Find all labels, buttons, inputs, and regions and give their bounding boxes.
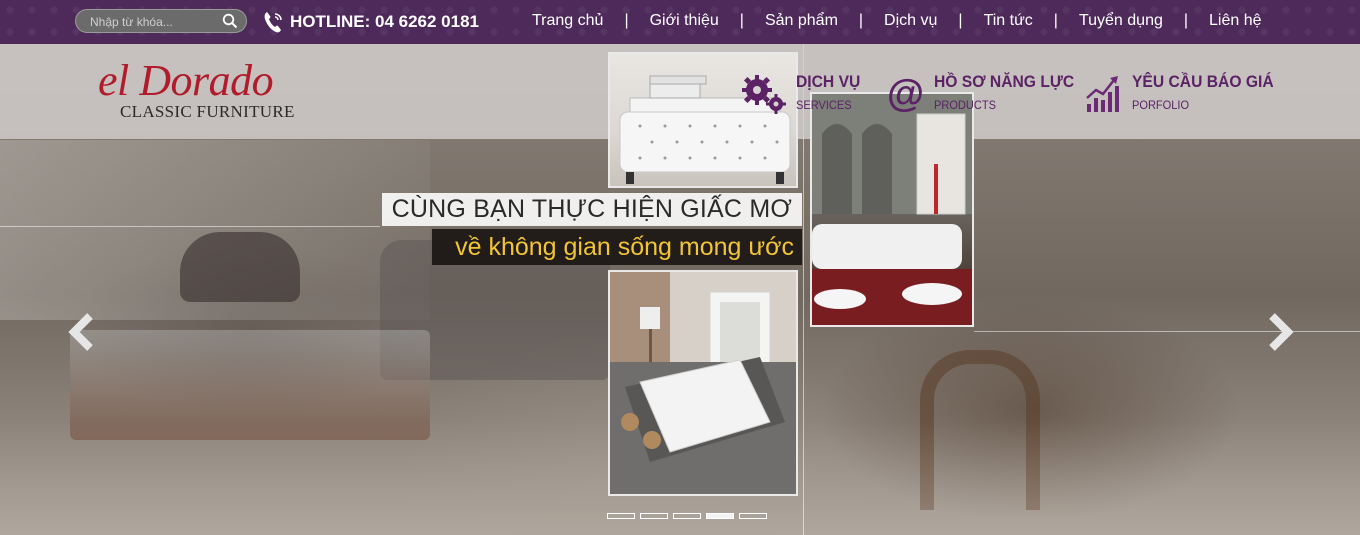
divider-horizontal-left (0, 226, 380, 227)
hotline: HOTLINE: 04 6262 0181 (262, 9, 479, 35)
service-subtitle: PORFOLIO (1132, 98, 1190, 112)
white-sofa-illustration (610, 272, 796, 494)
nav-item-about[interactable]: Giới thiệu (650, 12, 719, 30)
site-logo[interactable]: el Dorado CLASSIC FURNITURE (98, 58, 318, 128)
nav-item-contact[interactable]: Liên hệ (1209, 12, 1262, 30)
search-input[interactable] (88, 12, 217, 32)
logo-sub-text: CLASSIC FURNITURE (120, 102, 295, 121)
service-title: YÊU CẦU BÁO GIÁ (1132, 72, 1274, 91)
slider-dot[interactable] (640, 513, 668, 519)
nav-item-services[interactable]: Dịch vụ (884, 12, 937, 30)
slide-photo-living-room (810, 92, 974, 327)
logo-main-text: el Dorado (98, 56, 274, 105)
chart-icon (1086, 76, 1119, 112)
background-chair (180, 232, 300, 302)
living-room-illustration (812, 94, 972, 325)
slide-tagline-secondary: về không gian sống mong ước (432, 229, 802, 265)
phone-icon (264, 12, 282, 33)
slider-prev-arrow[interactable] (62, 312, 102, 352)
nav-separator: | (1183, 12, 1189, 29)
nav-separator: | (739, 12, 744, 29)
service-link-quote[interactable]: YÊU CẦU BÁO GIÁ PORFOLIO (1084, 72, 1286, 114)
main-nav: Trang chủ | Giới thiệu | Sản phẩm | Dịch… (532, 12, 1262, 30)
slide-tagline-primary: CÙNG BẠN THỰC HIỆN GIẤC MƠ (382, 193, 802, 226)
gears-icon (742, 75, 786, 114)
nav-separator: | (858, 12, 864, 29)
search-icon[interactable] (222, 13, 238, 29)
nav-separator: | (958, 12, 963, 29)
service-link-services[interactable]: DỊCH VỤ SERVICES (740, 72, 866, 114)
service-title: DỊCH VỤ (796, 72, 861, 91)
nav-item-news[interactable]: Tin tức (984, 12, 1033, 30)
service-subtitle: SERVICES (796, 98, 852, 112)
service-subtitle: PRODUCTS (934, 98, 996, 112)
top-bar: HOTLINE: 04 6262 0181 Trang chủ | Giới t… (0, 0, 1360, 44)
at-icon: @ (887, 73, 924, 114)
slider-dot[interactable] (673, 513, 701, 519)
slide-photo-white-sofa (608, 270, 798, 496)
nav-item-home[interactable]: Trang chủ (532, 12, 603, 30)
svg-text:@: @ (887, 73, 924, 114)
search-box (75, 9, 247, 33)
slider-dot[interactable] (739, 513, 767, 519)
divider-horizontal-right (974, 331, 1360, 332)
slider-next-arrow[interactable] (1262, 312, 1302, 352)
nav-separator: | (624, 12, 629, 29)
nav-item-careers[interactable]: Tuyển dụng (1079, 12, 1163, 30)
slider-pagination (607, 513, 767, 519)
service-link-profile[interactable]: @ HỒ SƠ NĂNG LỰC PRODUCTS (886, 72, 1086, 114)
nav-item-products[interactable]: Sản phẩm (765, 12, 838, 30)
slider-dot[interactable] (607, 513, 635, 519)
hotline-text: HOTLINE: 04 6262 0181 (290, 12, 479, 31)
nav-separator: | (1053, 12, 1058, 29)
slider-dot[interactable] (706, 513, 734, 519)
service-title: HỒ SƠ NĂNG LỰC (934, 72, 1075, 91)
